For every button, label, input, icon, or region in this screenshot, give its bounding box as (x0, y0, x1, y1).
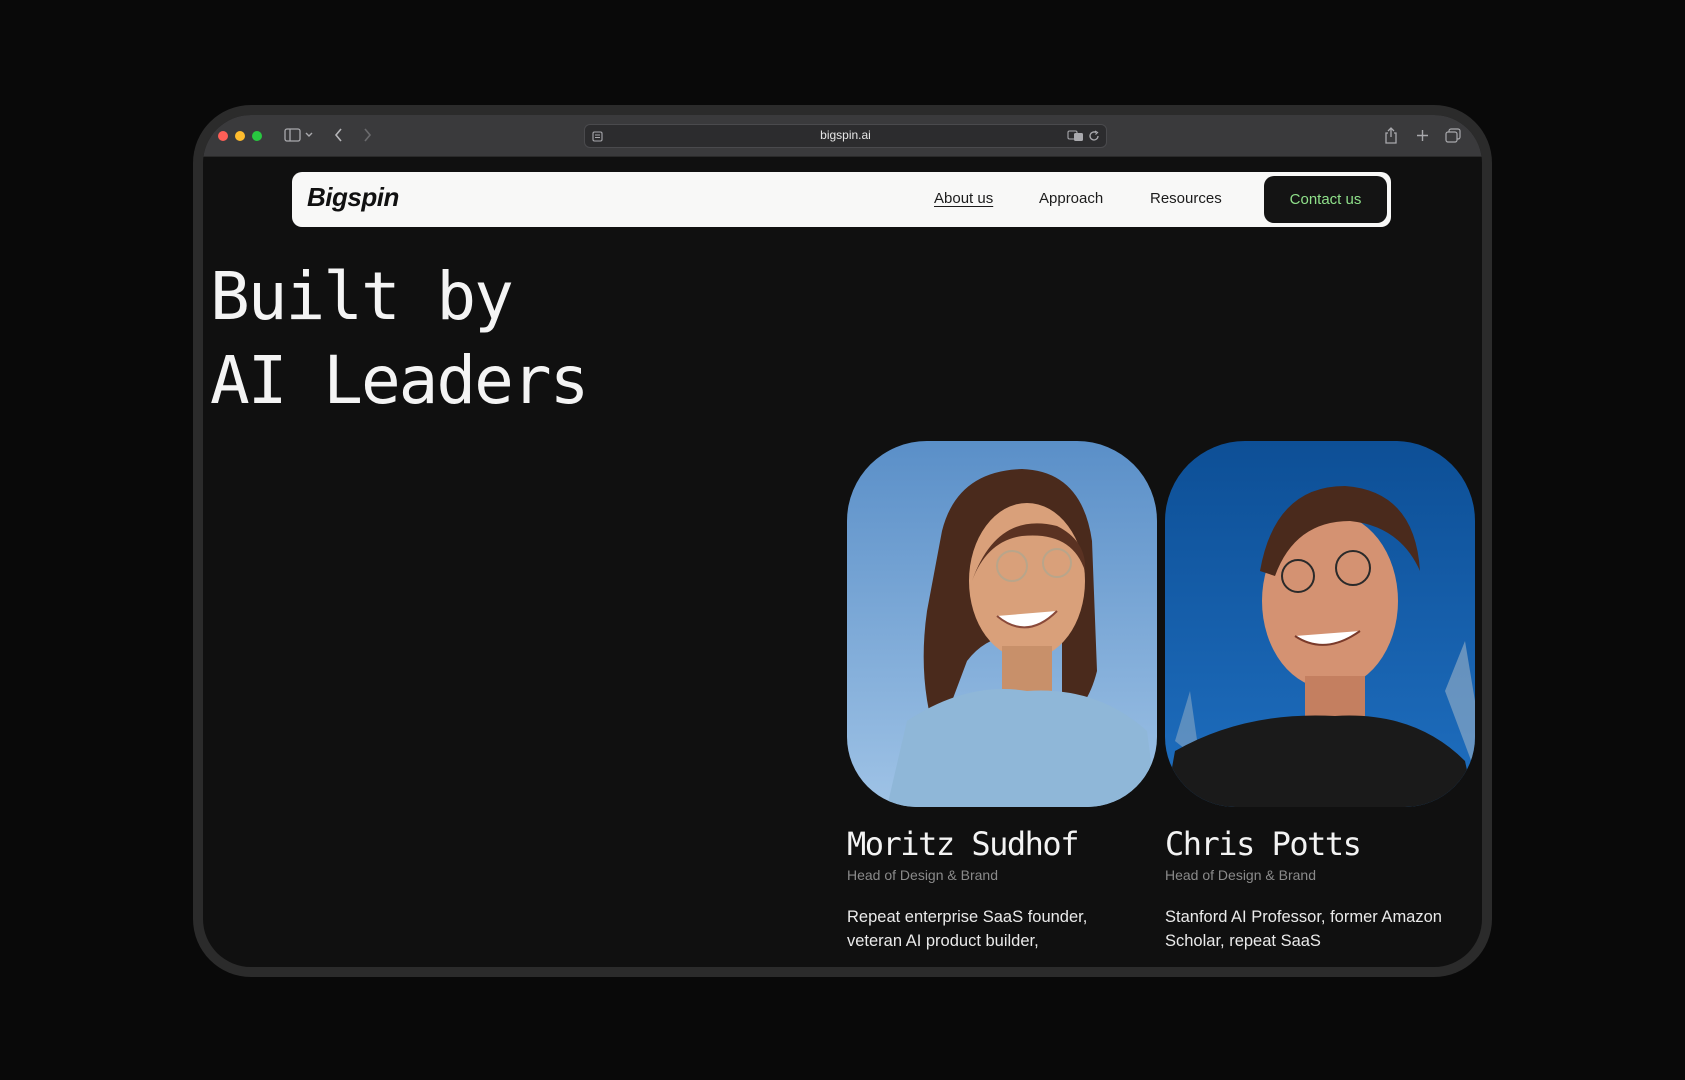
team-card: Chris Potts Head of Design & Brand Stanf… (1165, 441, 1475, 953)
person-bio: Stanford AI Professor, former Amazon Sch… (1165, 908, 1442, 950)
browser-toolbar: bigspin.ai (203, 115, 1482, 157)
forward-arrow-icon[interactable] (359, 126, 375, 144)
contact-us-button[interactable]: Contact us (1264, 176, 1387, 223)
bigspin-logo[interactable]: Bigspin (307, 182, 399, 213)
hero-line-1: Built by (210, 258, 514, 335)
hero-heading: Built by AI Leaders (210, 255, 589, 423)
zoom-window-button[interactable] (252, 131, 262, 141)
person-role: Head of Design & Brand (847, 867, 998, 883)
address-bar[interactable]: bigspin.ai (584, 124, 1107, 148)
portrait-photo (847, 441, 1157, 807)
sidebar-toggle-icon[interactable] (283, 126, 301, 144)
minimize-window-button[interactable] (235, 131, 245, 141)
close-window-button[interactable] (218, 131, 228, 141)
url-text: bigspin.ai (820, 128, 871, 142)
new-tab-icon[interactable] (1413, 126, 1431, 144)
site-navbar: Bigspin About us Approach Resources Cont… (292, 172, 1391, 227)
person-name: Chris Potts (1165, 825, 1362, 863)
portrait-photo (1165, 441, 1475, 807)
translate-icon[interactable] (1066, 129, 1084, 143)
device-frame: bigspin.ai Bigspin About us Approach Res… (193, 105, 1492, 977)
person-role: Head of Design & Brand (1165, 867, 1316, 883)
reload-icon[interactable] (1087, 129, 1101, 143)
nav-link-about-us[interactable]: About us (934, 190, 993, 207)
share-icon[interactable] (1382, 126, 1400, 144)
person-bio: Repeat enterprise SaaS founder, veteran … (847, 908, 1088, 950)
tab-overview-icon[interactable] (1444, 126, 1462, 144)
back-arrow-icon[interactable] (330, 126, 346, 144)
team-card: Moritz Sudhof Head of Design & Brand Rep… (847, 441, 1157, 953)
person-name: Moritz Sudhof (847, 825, 1079, 863)
nav-link-resources[interactable]: Resources (1150, 190, 1222, 207)
chevron-down-icon[interactable] (304, 128, 314, 142)
nav-link-approach[interactable]: Approach (1039, 190, 1103, 207)
browser-window: bigspin.ai Bigspin About us Approach Res… (203, 115, 1482, 967)
hero-line-2: AI Leaders (210, 342, 589, 419)
